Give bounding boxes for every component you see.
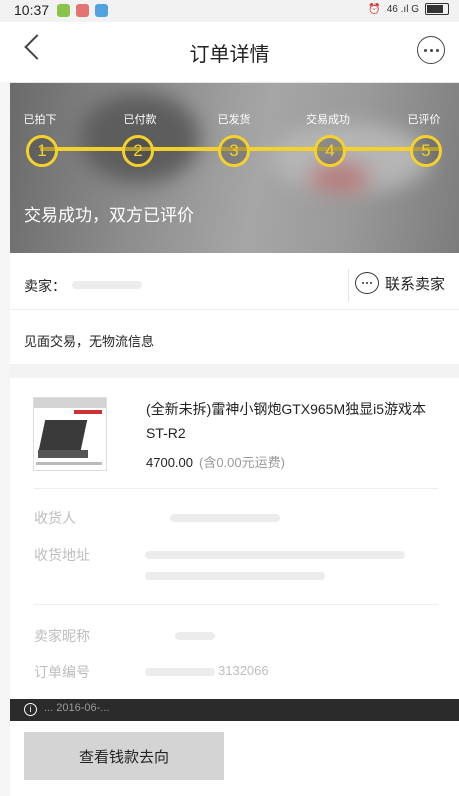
notification-icon (57, 4, 70, 17)
step-circle-3: 3 (218, 135, 250, 167)
contact-seller-button[interactable]: 联系卖家 (354, 272, 445, 294)
product-price-row: 4700.00 (含0.00元运费) (146, 452, 285, 471)
step-circle-5: 5 (410, 135, 442, 167)
product-price: 4700.00 (146, 455, 193, 470)
delivery-info: 见面交易，无物流信息 (24, 334, 155, 349)
status-right: ⏰ 46 .ıl G (368, 3, 449, 15)
step-label-1: 已拍下 (23, 114, 57, 126)
image-icon (95, 4, 108, 17)
receiver-label: 收货人 (34, 510, 76, 526)
divider (348, 269, 349, 301)
receiver-redacted (170, 514, 280, 522)
contact-seller-label: 联系卖家 (384, 275, 445, 293)
view-money-flow-button[interactable]: 查看钱款去向 (24, 732, 224, 780)
divider (34, 604, 438, 605)
step-circle-2: 2 (122, 135, 154, 167)
product-title[interactable]: (全新未拆)雷神小钢炮GTX965M独显i5游戏本ST-R2 (146, 397, 436, 445)
step-circle-1: 1 (26, 135, 58, 167)
step-label-5: 已评价 (407, 114, 441, 126)
shipping-fee: (含0.00元运费) (199, 455, 285, 470)
info-toast: i ... 2016-06-... (10, 699, 459, 721)
order-number-value: 3132066 (218, 663, 269, 678)
seller-name-redacted (72, 281, 142, 289)
info-icon: i (24, 703, 37, 716)
address-label: 收货地址 (34, 547, 90, 563)
alarm-icon: ⏰ (368, 3, 381, 15)
chat-icon (354, 272, 379, 294)
status-time: 10:37 (14, 2, 50, 18)
step-label-2: 已付款 (123, 114, 157, 126)
seller-nickname-redacted (175, 632, 215, 640)
seller-nickname-label: 卖家昵称 (34, 628, 90, 644)
nav-header: 订单详情 (0, 22, 459, 83)
battery-icon (425, 3, 449, 15)
address-redacted (145, 551, 405, 559)
seller-row: 卖家： 联系卖家 (10, 259, 459, 310)
signal-text: 46 .ıl G (386, 3, 419, 15)
status-bar: 10:37 ⏰ 46 .ıl G (0, 0, 459, 22)
app-icon (76, 4, 89, 17)
step-circle-4: 4 (314, 135, 346, 167)
order-progress-banner: 已拍下 已付款 已发货 交易成功 已评价 1 2 3 4 5 交易成功，双方已评… (10, 83, 459, 253)
seller-label: 卖家： (24, 278, 66, 294)
more-options-icon[interactable] (417, 36, 445, 64)
product-thumbnail[interactable] (33, 397, 107, 471)
order-number-label: 订单编号 (34, 664, 90, 680)
divider (34, 488, 438, 489)
page-title: 订单详情 (189, 44, 270, 66)
step-label-3: 已发货 (217, 114, 251, 126)
address-redacted-2 (145, 572, 325, 580)
toast-text: ... 2016-06-... (44, 702, 110, 714)
step-label-4: 交易成功 (306, 114, 350, 126)
section-gap (10, 364, 459, 378)
order-number-redacted (145, 668, 215, 676)
order-status-text: 交易成功，双方已评价 (24, 206, 194, 225)
left-edge (0, 82, 10, 796)
